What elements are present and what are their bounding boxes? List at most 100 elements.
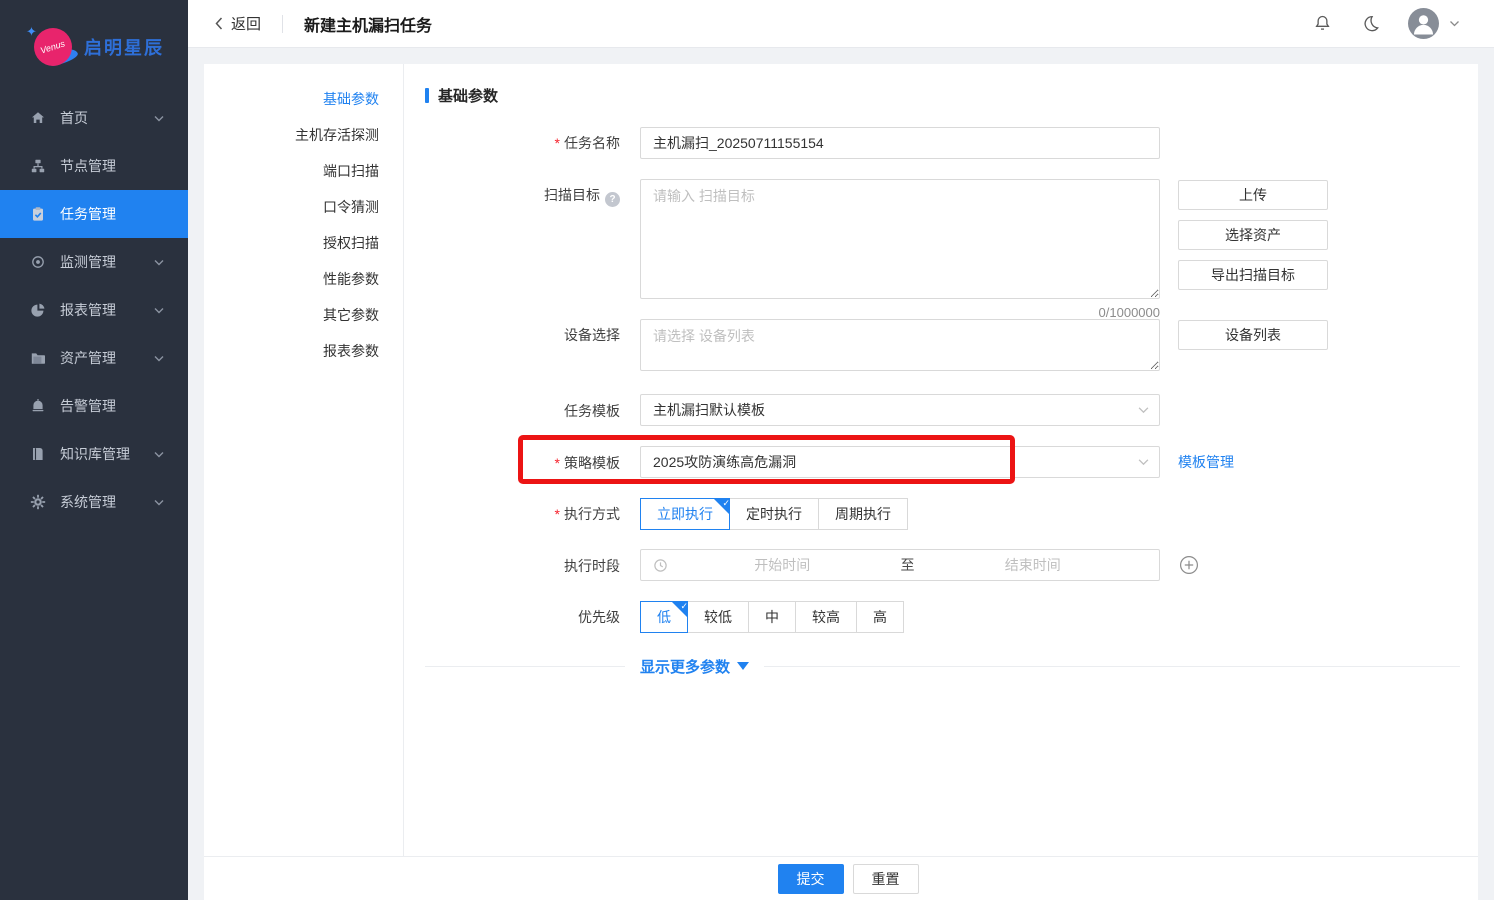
sidebar: ✦ Venus 启明星辰 首页 节点管理 任务管理: [0, 0, 188, 900]
sidebar-item-home[interactable]: 首页: [0, 94, 188, 142]
policy-template-value: 2025攻防演练高危漏洞: [653, 452, 796, 472]
policy-template-select[interactable]: 2025攻防演练高危漏洞: [640, 446, 1160, 478]
policy-template-row: *策略模板 2025攻防演练高危漏洞: [204, 446, 1160, 478]
policy-template-label: *策略模板: [204, 446, 620, 473]
sidebar-item-label: 任务管理: [60, 204, 188, 224]
reset-button[interactable]: 重置: [853, 864, 919, 894]
device-select-textarea[interactable]: [640, 319, 1160, 371]
anchor-basic-params[interactable]: 基础参数: [204, 81, 403, 117]
chevron-down-icon: [154, 499, 164, 506]
task-name-input[interactable]: [640, 127, 1160, 159]
chevron-down-icon: [1138, 458, 1149, 466]
end-time-placeholder: 结束时间: [919, 555, 1148, 575]
sidebar-item-nodes[interactable]: 节点管理: [0, 142, 188, 190]
sidebar-item-knowledge[interactable]: 知识库管理: [0, 430, 188, 478]
logo-venus-ball: Venus: [34, 28, 72, 66]
add-period-plus-icon[interactable]: [1179, 555, 1199, 575]
page-title: 新建主机漏扫任务: [304, 12, 432, 36]
assets-icon: [30, 350, 46, 366]
home-icon: [30, 110, 46, 126]
scan-target-row: 扫描目标? 0/1000000: [204, 179, 1160, 320]
priority-label: 优先级: [204, 601, 620, 627]
exec-mode-option-immediate[interactable]: 立即执行✓: [640, 498, 730, 530]
content-panel: 基础参数 主机存活探测 端口扫描 口令猜测 授权扫描 性能参数 其它参数 报表参…: [204, 64, 1478, 900]
device-select-row: 设备选择: [204, 319, 1160, 374]
scan-target-textarea[interactable]: [640, 179, 1160, 299]
task-template-select[interactable]: 主机漏扫默认模板: [640, 394, 1160, 426]
sidebar-item-label: 报表管理: [60, 300, 154, 320]
nodes-icon: [30, 158, 46, 174]
brand-name: 启明星辰: [84, 34, 164, 60]
exec-mode-segmented: 立即执行✓ 定时执行 周期执行: [640, 498, 1160, 530]
show-more-params-link[interactable]: 显示更多参数: [640, 656, 749, 677]
submit-button[interactable]: 提交: [778, 864, 844, 894]
priority-row: 优先级 低✓ 较低 中 较高 高: [204, 601, 1160, 633]
divider: [425, 666, 625, 667]
exec-mode-option-scheduled[interactable]: 定时执行: [729, 498, 819, 530]
user-menu[interactable]: [1408, 8, 1460, 39]
exec-period-row: 执行时段 开始时间 至 结束时间: [204, 549, 1199, 581]
sidebar-item-monitor[interactable]: 监测管理: [0, 238, 188, 286]
device-list-button[interactable]: 设备列表: [1178, 320, 1328, 350]
sidebar-item-label: 监测管理: [60, 252, 154, 272]
exec-mode-option-periodic[interactable]: 周期执行: [818, 498, 908, 530]
monitor-icon: [30, 254, 46, 270]
sidebar-item-label: 首页: [60, 108, 154, 128]
notification-bell-icon[interactable]: [1312, 12, 1333, 35]
chevron-left-icon: [215, 17, 223, 30]
sidebar-item-alerts[interactable]: 告警管理: [0, 382, 188, 430]
export-targets-button[interactable]: 导出扫描目标: [1178, 260, 1328, 290]
section-header: 基础参数: [425, 85, 498, 106]
task-name-label: *任务名称: [204, 127, 620, 153]
back-label: 返回: [231, 13, 261, 34]
sidebar-item-reports[interactable]: 报表管理: [0, 286, 188, 334]
priority-option-lower[interactable]: 较低: [687, 601, 749, 633]
upload-button[interactable]: 上传: [1178, 180, 1328, 210]
topbar: 返回 新建主机漏扫任务: [188, 0, 1494, 48]
sidebar-item-tasks[interactable]: 任务管理: [0, 190, 188, 238]
required-asterisk: *: [555, 506, 560, 522]
section-accent-bar: [425, 88, 429, 103]
help-question-icon[interactable]: ?: [605, 192, 620, 207]
priority-option-medium[interactable]: 中: [748, 601, 796, 633]
scan-target-label: 扫描目标?: [204, 179, 620, 207]
divider: [282, 15, 283, 33]
brand-logo: ✦ Venus 启明星辰: [0, 0, 188, 90]
selected-corner-icon: ✓: [713, 498, 730, 515]
sidebar-menu: 首页 节点管理 任务管理 监测管理 报表管理: [0, 94, 188, 526]
start-time-placeholder: 开始时间: [668, 555, 897, 575]
range-separator: 至: [897, 555, 919, 575]
chevron-down-icon: [154, 115, 164, 122]
more-params-row: 显示更多参数: [425, 656, 1460, 676]
chevron-down-icon: [154, 307, 164, 314]
task-template-value: 主机漏扫默认模板: [653, 400, 765, 420]
priority-option-higher[interactable]: 较高: [795, 601, 857, 633]
exec-mode-row: *执行方式 立即执行✓ 定时执行 周期执行: [204, 498, 1160, 530]
alarm-icon: [30, 398, 46, 414]
logo-mark: ✦ Venus: [26, 24, 78, 70]
sidebar-item-assets[interactable]: 资产管理: [0, 334, 188, 382]
template-manage-link[interactable]: 模板管理: [1178, 446, 1234, 478]
selected-corner-icon: ✓: [671, 601, 688, 618]
task-name-row: *任务名称: [204, 127, 1160, 159]
required-asterisk: *: [555, 135, 560, 151]
exec-mode-label: *执行方式: [204, 498, 620, 524]
dark-mode-moon-icon[interactable]: [1360, 13, 1381, 35]
report-icon: [30, 302, 46, 318]
check-icon: ✓: [722, 498, 730, 508]
system-icon: [30, 494, 46, 510]
sidebar-item-label: 系统管理: [60, 492, 154, 512]
sidebar-item-label: 知识库管理: [60, 444, 154, 464]
priority-option-low[interactable]: 低✓: [640, 601, 688, 633]
check-icon: ✓: [680, 601, 688, 611]
clock-icon: [653, 558, 668, 573]
time-range-picker[interactable]: 开始时间 至 结束时间: [640, 549, 1160, 581]
required-asterisk: *: [555, 455, 560, 471]
chevron-down-icon: [154, 259, 164, 266]
select-assets-button[interactable]: 选择资产: [1178, 220, 1328, 250]
sidebar-item-system[interactable]: 系统管理: [0, 478, 188, 526]
back-button[interactable]: 返回: [215, 13, 261, 34]
priority-option-high[interactable]: 高: [856, 601, 904, 633]
triangle-down-icon: [737, 662, 749, 670]
device-select-label: 设备选择: [204, 319, 620, 345]
